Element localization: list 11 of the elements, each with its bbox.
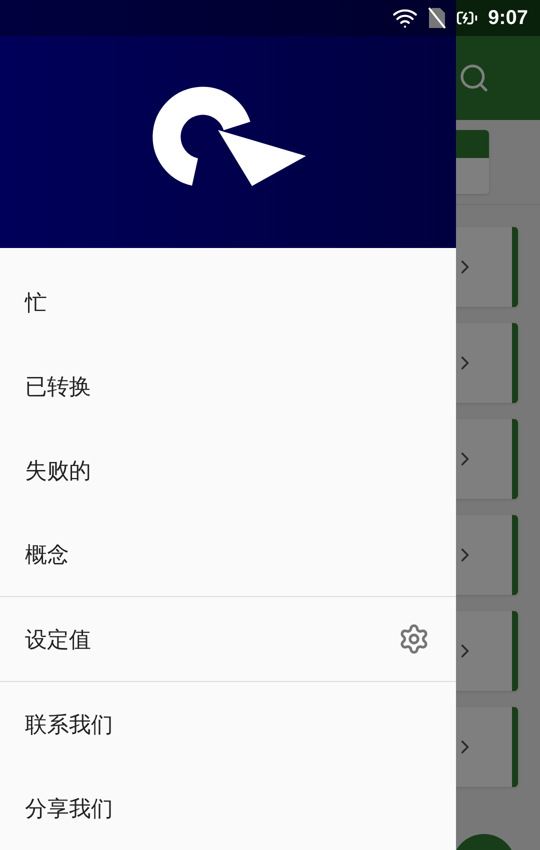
- drawer-item[interactable]: 已转换: [0, 344, 456, 428]
- drawer-item[interactable]: 概念: [0, 512, 456, 596]
- status-time: 9:07: [488, 6, 528, 31]
- drawer-item[interactable]: 忙: [0, 260, 456, 344]
- drawer-item[interactable]: 设定值: [0, 597, 456, 681]
- no-sim-icon: [428, 7, 446, 29]
- drawer-item[interactable]: 分享我们: [0, 766, 456, 850]
- drawer-item[interactable]: 联系我们: [0, 682, 456, 766]
- settings-icon[interactable]: [398, 623, 430, 655]
- drawer-item[interactable]: 失败的: [0, 428, 456, 512]
- search-icon[interactable]: [458, 62, 490, 94]
